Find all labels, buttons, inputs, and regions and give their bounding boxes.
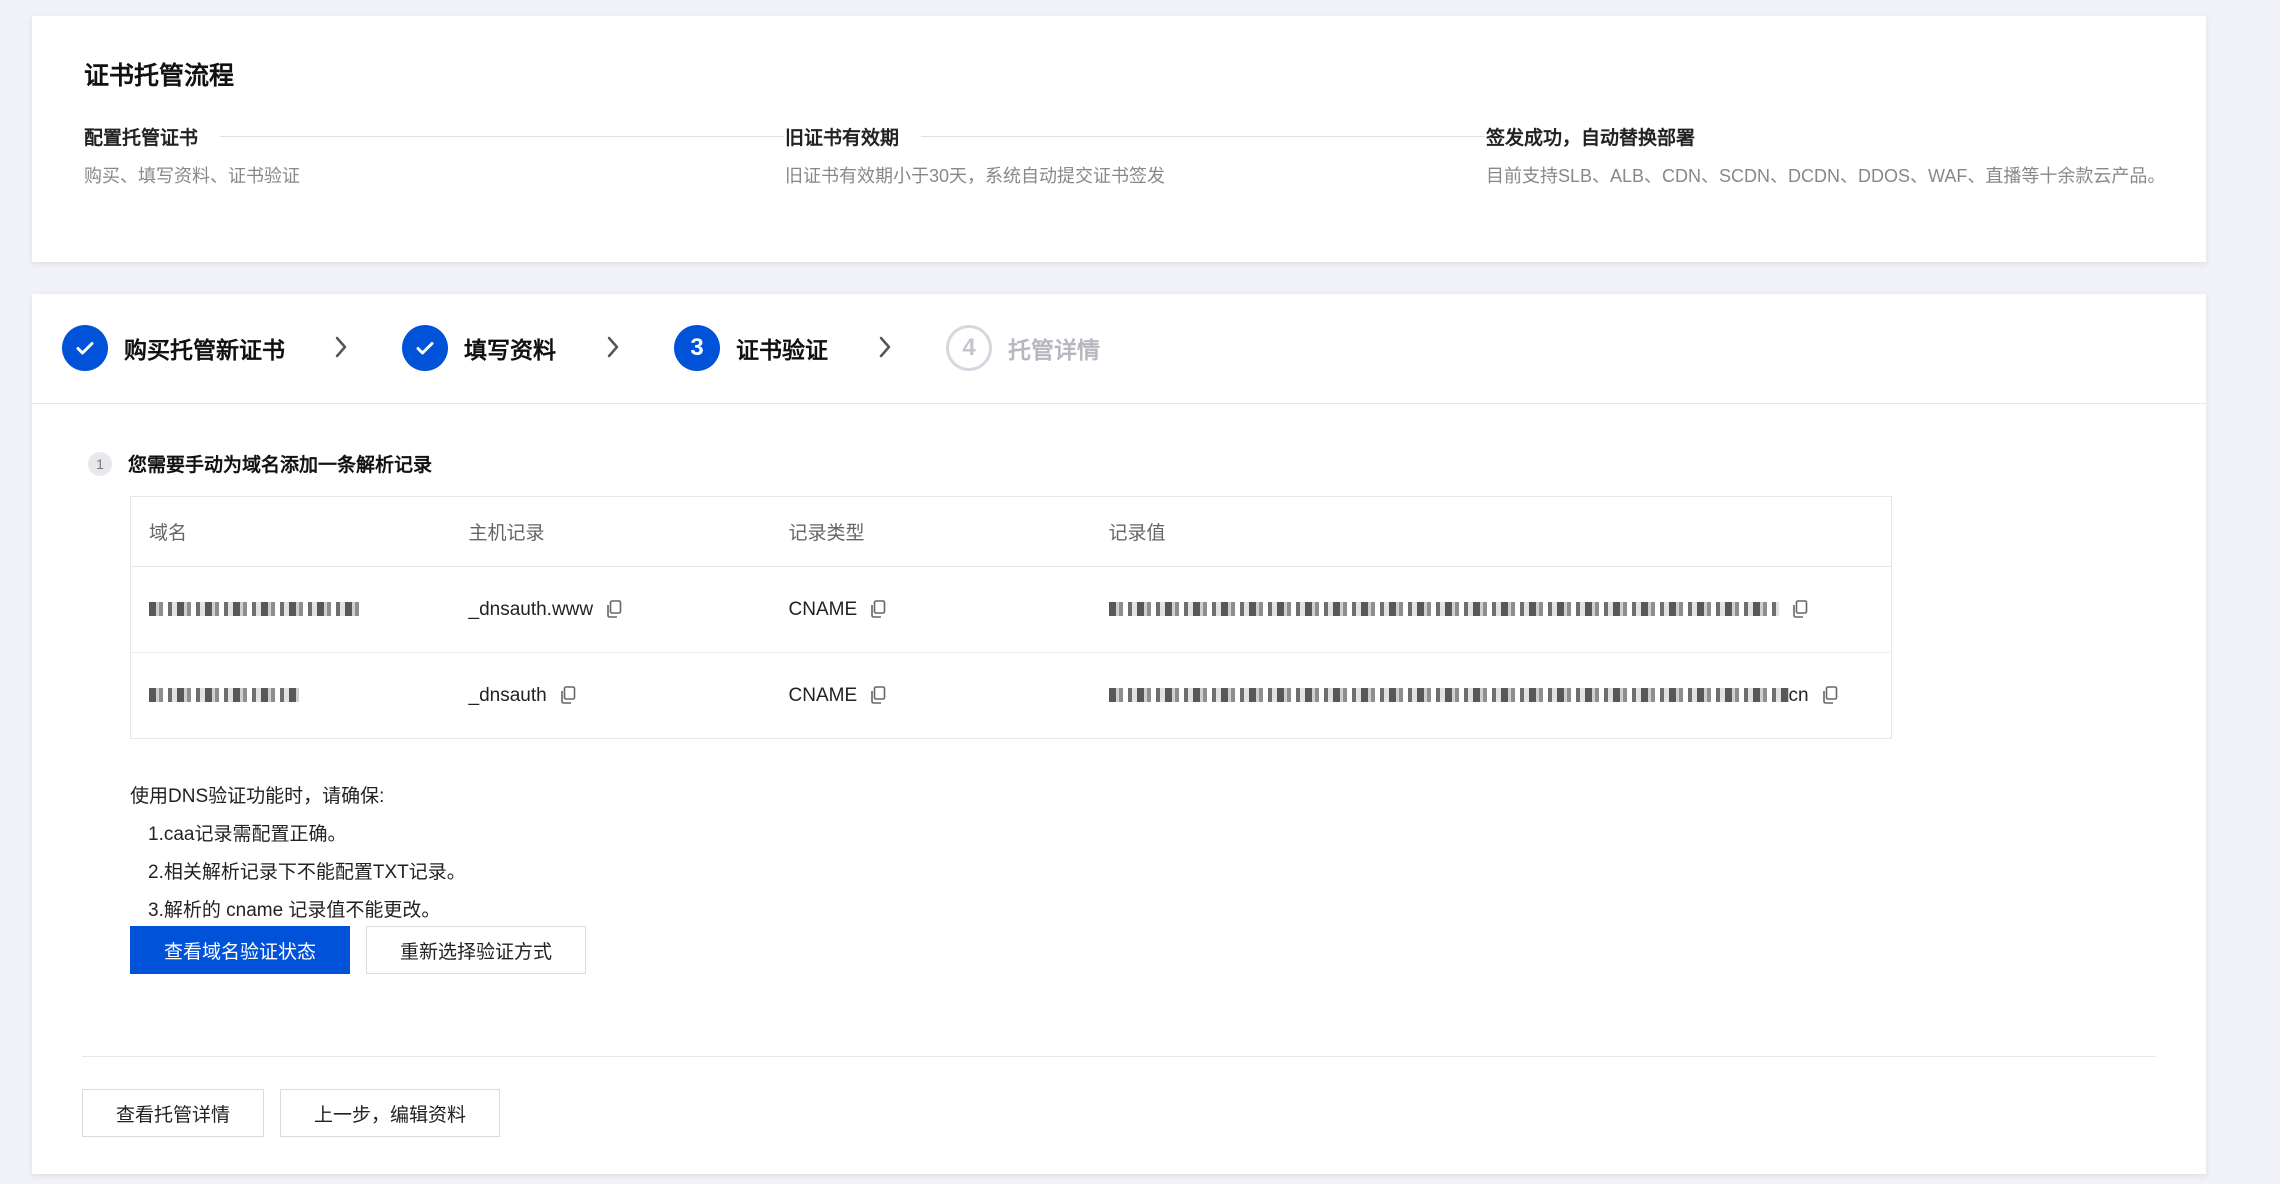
- step-number: 4: [946, 325, 992, 371]
- dns-notice: 1 您需要手动为域名添加一条解析记录: [88, 450, 432, 477]
- flow-step-configure: 配置托管证书 购买、填写资料、证书验证: [84, 122, 784, 192]
- check-icon: [402, 325, 448, 371]
- flow-step-desc: 购买、填写资料、证书验证: [84, 166, 300, 186]
- redacted-domain: [149, 602, 359, 617]
- type-cell: CNAME: [771, 653, 1091, 739]
- copy-icon[interactable]: [1822, 686, 1838, 705]
- flow-step-desc: 旧证书有效期小于30天，系统自动提交证书签发: [785, 166, 1166, 186]
- hosting-flow-card: 证书托管流程 配置托管证书 购买、填写资料、证书验证 旧证书有效期 旧证书有效期…: [32, 16, 2206, 262]
- column-header-value: 记录值: [1090, 496, 1892, 567]
- flow-step-divider: [921, 135, 1485, 137]
- domain-cell: [130, 566, 451, 653]
- dns-tips: 使用DNS验证功能时，请确保: 1.caa记录需配置正确。 2.相关解析记录下不…: [130, 778, 466, 930]
- chevron-right-icon: [879, 336, 891, 358]
- wizard-steps: 购买托管新证书 填写资料 3 证书验证 4 托管详情: [32, 294, 2206, 404]
- type-cell: CNAME: [770, 566, 1091, 653]
- type-value: CNAME: [788, 598, 858, 620]
- redacted-value: [1108, 688, 1789, 703]
- prev-step-button[interactable]: 上一步，编辑资料: [280, 1089, 500, 1137]
- copy-icon[interactable]: [560, 686, 576, 705]
- copy-icon[interactable]: [870, 686, 886, 705]
- flow-step-deploy: 签发成功，自动替换部署 目前支持SLB、ALB、CDN、SCDN、DCDN、DD…: [1486, 122, 2186, 192]
- notice-text: 您需要手动为域名添加一条解析记录: [128, 455, 433, 476]
- host-value: _dnsauth: [468, 684, 547, 706]
- host-value: _dnsauth.www: [468, 598, 594, 620]
- chevron-right-icon: [607, 336, 619, 358]
- tips-intro: 使用DNS验证功能时，请确保:: [130, 786, 385, 807]
- flow-step-name: 签发成功，自动替换部署: [1486, 127, 1696, 149]
- flow-step-desc: 目前支持SLB、ALB、CDN、SCDN、DCDN、DDOS、WAF、直播等十余…: [1486, 166, 2166, 186]
- table-row: _dnsauth.www CNAME: [130, 566, 1892, 653]
- copy-icon[interactable]: [606, 600, 622, 619]
- table-header-row: 域名 主机记录 记录类型 记录值: [130, 496, 1892, 567]
- host-cell: _dnsauth: [451, 653, 771, 739]
- verification-card: 购买托管新证书 填写资料 3 证书验证 4 托管详情 1 您需要手动为域名添加一…: [32, 294, 2206, 1174]
- flow-title: 证书托管流程: [84, 62, 235, 90]
- redacted-domain: [149, 688, 299, 703]
- host-cell: _dnsauth.www: [450, 566, 771, 653]
- wizard-step-label: 托管详情: [1008, 337, 1100, 363]
- flow-step-expiry: 旧证书有效期 旧证书有效期小于30天，系统自动提交证书签发: [785, 122, 1485, 192]
- wizard-step-label: 证书验证: [736, 337, 828, 363]
- wizard-step-details[interactable]: 4 托管详情: [946, 324, 1100, 372]
- column-header-domain: 域名: [130, 496, 451, 567]
- wizard-step-verify[interactable]: 3 证书验证: [674, 324, 828, 372]
- table-row: _dnsauth CNAME cn: [131, 653, 1892, 739]
- flow-step-name: 旧证书有效期: [785, 127, 900, 149]
- chevron-right-icon: [335, 336, 347, 358]
- wizard-step-buy[interactable]: 购买托管新证书: [62, 324, 285, 372]
- tip-item: 3.解析的 cname 记录值不能更改。: [148, 900, 441, 921]
- view-hosting-details-button[interactable]: 查看托管详情: [82, 1089, 264, 1137]
- type-value: CNAME: [788, 684, 858, 706]
- wizard-step-label: 填写资料: [464, 337, 556, 363]
- value-cell: [1090, 566, 1892, 653]
- copy-icon[interactable]: [1792, 600, 1808, 619]
- divider: [82, 1056, 2156, 1057]
- tip-item: 2.相关解析记录下不能配置TXT记录。: [148, 862, 466, 883]
- tip-item: 1.caa记录需配置正确。: [148, 824, 347, 845]
- flow-step-divider: [220, 135, 784, 137]
- column-header-host: 主机记录: [450, 496, 771, 567]
- flow-step-name: 配置托管证书: [84, 127, 199, 149]
- column-header-type: 记录类型: [770, 496, 1091, 567]
- dns-record-table: 域名 主机记录 记录类型 记录值 _dnsauth.www CNAME _dns…: [130, 496, 1892, 739]
- value-cell: cn: [1091, 653, 1892, 739]
- value-suffix: cn: [1788, 684, 1809, 706]
- copy-icon[interactable]: [870, 600, 886, 619]
- wizard-step-info[interactable]: 填写资料: [402, 324, 556, 372]
- check-icon: [62, 325, 108, 371]
- wizard-step-label: 购买托管新证书: [124, 337, 285, 363]
- notice-number: 1: [88, 451, 112, 476]
- redacted-value: [1108, 602, 1779, 617]
- step-number: 3: [674, 325, 720, 371]
- domain-cell: [131, 653, 451, 739]
- check-domain-status-button[interactable]: 查看域名验证状态: [130, 926, 350, 974]
- reselect-verification-button[interactable]: 重新选择验证方式: [366, 926, 586, 974]
